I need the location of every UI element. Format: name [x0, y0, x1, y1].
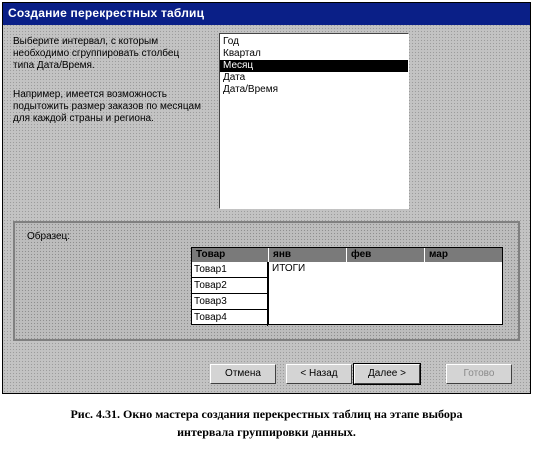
instruction-text: Выберите интервал, с которым необходимо …	[13, 36, 180, 71]
row-product-4: Товар4	[192, 310, 268, 326]
back-button[interactable]: < Назад	[286, 364, 352, 384]
header-mar: мар	[425, 248, 502, 262]
row-product-3: Товар3	[192, 294, 268, 310]
cancel-button[interactable]: Отмена	[210, 364, 276, 384]
totals-label: ИТОГИ	[272, 263, 306, 274]
header-jan: янв	[269, 248, 347, 262]
figure-caption-line2: интервала группировки данных.	[177, 425, 356, 439]
title-bar[interactable]: Создание перекрестных таблиц	[3, 3, 530, 25]
interval-listbox[interactable]: Год Квартал Месяц Дата Дата/Время	[219, 33, 409, 209]
window-title: Создание перекрестных таблиц	[8, 6, 205, 20]
sample-panel: Образец: Товар янв фев мар Товар1 Товар2…	[13, 221, 520, 341]
row-product-1: Товар1	[192, 262, 268, 278]
header-feb: фев	[347, 248, 425, 262]
list-item-datetime[interactable]: Дата/Время	[220, 84, 408, 96]
figure-caption-line1: Рис. 4.31. Окно мастера создания перекре…	[70, 407, 463, 421]
finish-button[interactable]: Готово	[446, 364, 512, 384]
sample-label: Образец:	[27, 231, 71, 242]
grid-divider	[268, 262, 269, 324]
next-button[interactable]: Далее >	[353, 363, 421, 385]
sample-grid: Товар янв фев мар Товар1 Товар2 Товар3 Т…	[191, 247, 503, 326]
list-item-year[interactable]: Год	[220, 36, 408, 48]
crosstab-wizard-dialog: Создание перекрестных таблиц Выберите ин…	[2, 2, 531, 394]
list-item-month[interactable]: Месяц	[220, 60, 408, 72]
example-text: Например, имеется возможность подытожить…	[13, 89, 201, 124]
list-item-quarter[interactable]: Квартал	[220, 48, 408, 60]
list-item-date[interactable]: Дата	[220, 72, 408, 84]
row-product-2: Товар2	[192, 278, 268, 294]
header-product: Товар	[192, 248, 269, 262]
